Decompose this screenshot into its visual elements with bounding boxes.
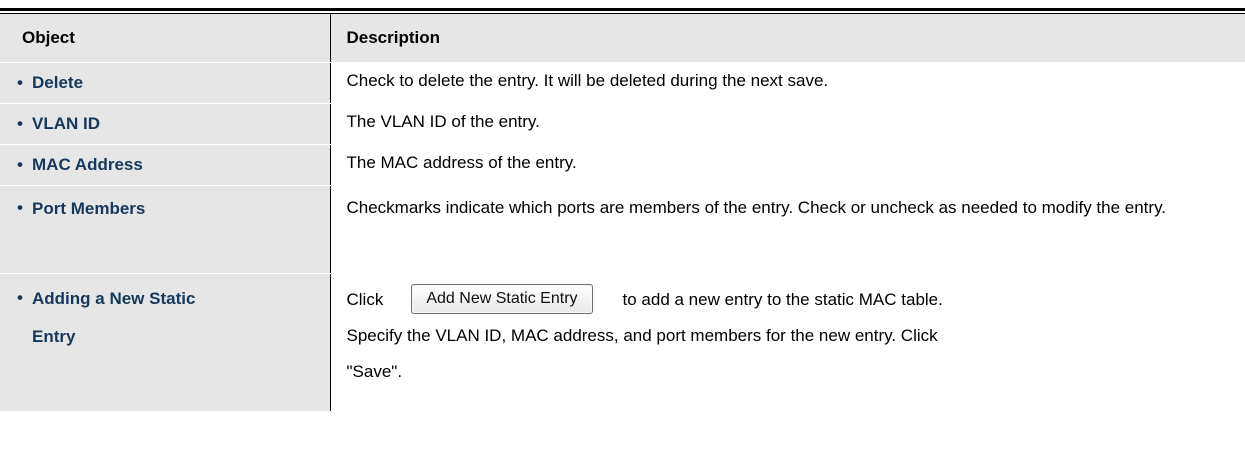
object-name-delete: Delete [32,73,84,92]
table-row: • Adding a New Static Entry Click Add New… [0,273,1245,412]
description-line3: "Save". [346,362,403,381]
object-cell: • Port Members [0,185,330,274]
description-cell: Checkmarks indicate which ports are memb… [329,185,1245,274]
object-name-port-members: Port Members [32,199,146,218]
add-new-static-entry-button[interactable]: Add New Static Entry [411,284,593,314]
object-cell: • VLAN ID [0,103,330,145]
object-name-vlan-id: VLAN ID [32,114,100,133]
bullet-icon: • [17,288,23,307]
bullet-icon: • [17,198,23,217]
table-row: • MAC Address The MAC address of the ent… [0,144,1245,186]
object-description-table: Object Description • Delete Check to del… [0,14,1245,412]
description-line2: Specify the VLAN ID, MAC address, and po… [346,326,938,345]
description-cell: The MAC address of the entry. [329,144,1245,186]
table-row: • Port Members Checkmarks indicate which… [0,185,1245,274]
object-cell: • Delete [0,62,330,104]
description-prefix: Click [346,290,384,309]
description-line1: Click Add New Static Entry to add a new en… [347,282,1236,318]
description-cell: Click Add New Static Entry to add a new en… [329,273,1245,412]
object-name-line2: Entry [32,327,76,346]
header-object: Object [0,14,330,63]
top-rule-thick [0,8,1245,11]
object-name-line1: Adding a New Static [32,289,196,308]
description-cell: The VLAN ID of the entry. [329,103,1245,145]
table-row: • VLAN ID The VLAN ID of the entry. [0,103,1245,145]
description-cell: Check to delete the entry. It will be de… [329,62,1245,104]
object-name-adding-new-static-entry: Adding a New Static Entry [32,280,195,356]
object-cell: • MAC Address [0,144,330,186]
bullet-icon: • [17,73,23,92]
header-description: Description [329,14,1245,63]
object-name-mac-address: MAC Address [32,155,143,174]
description-suffix: to add a new entry to the static MAC tab… [622,290,943,309]
table-header-row: Object Description [0,14,1245,63]
object-cell: • Adding a New Static Entry [0,273,330,412]
bullet-icon: • [17,114,23,133]
bullet-icon: • [17,155,23,174]
table-row: • Delete Check to delete the entry. It w… [0,62,1245,104]
